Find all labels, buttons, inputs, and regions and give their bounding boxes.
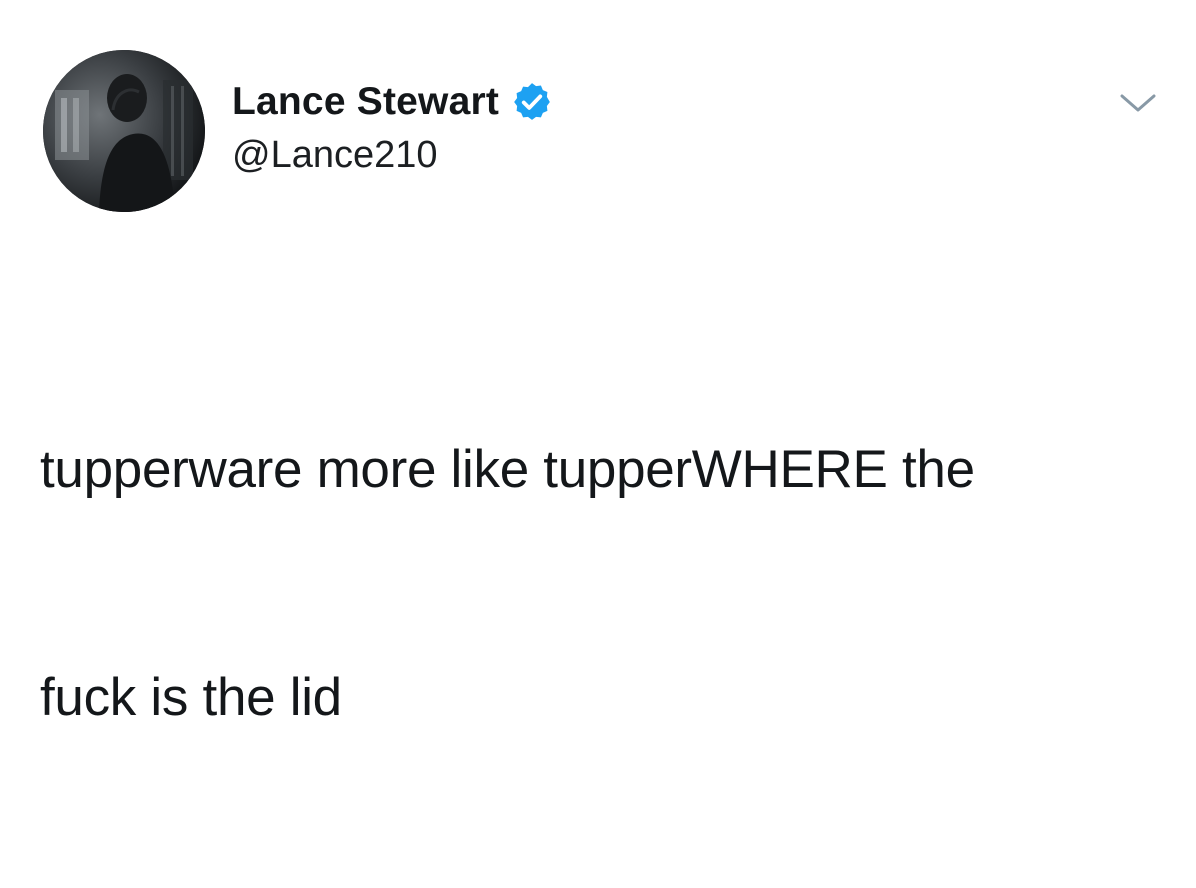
tweet-text: tupperware more like tupperWHERE the fuc… xyxy=(40,280,1160,888)
verified-badge-icon xyxy=(511,81,553,123)
tweet-text-line: tupperware more like tupperWHERE the xyxy=(40,440,975,499)
chevron-down-icon[interactable] xyxy=(1116,88,1160,118)
author-handle[interactable]: @Lance210 xyxy=(232,134,438,177)
author-name-row: Lance Stewart xyxy=(232,78,553,126)
tweet-card: Lance Stewart @Lance210 tupperware more … xyxy=(0,0,1196,727)
author-name[interactable]: Lance Stewart xyxy=(232,80,499,124)
tweet-text-line: fuck is the lid xyxy=(40,668,342,727)
avatar[interactable] xyxy=(43,50,205,212)
